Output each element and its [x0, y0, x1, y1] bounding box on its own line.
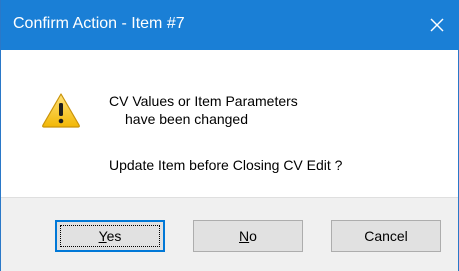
- cancel-button[interactable]: Cancel: [331, 220, 441, 252]
- dialog-content: CV Values or Item Parameters have been c…: [1, 50, 458, 197]
- message-line-2: have been changed: [125, 111, 248, 127]
- close-button[interactable]: [414, 0, 459, 50]
- cancel-button-label: Cancel: [364, 228, 408, 244]
- button-bar: Yes No Cancel: [1, 197, 458, 271]
- yes-button-label: Yes: [98, 228, 122, 244]
- yes-button[interactable]: Yes: [55, 220, 165, 252]
- dialog-title: Confirm Action - Item #7: [13, 15, 185, 32]
- title-bar[interactable]: Confirm Action - Item #7: [1, 0, 459, 50]
- no-button[interactable]: No: [193, 220, 303, 252]
- message-question: Update Item before Closing CV Edit ?: [109, 157, 343, 173]
- warning-icon: [42, 93, 80, 128]
- close-icon: [430, 18, 444, 32]
- message-line-1: CV Values or Item Parameters: [109, 93, 298, 109]
- no-button-label: No: [239, 228, 257, 244]
- confirm-action-dialog: Confirm Action - Item #7 CV Values or It…: [0, 0, 459, 271]
